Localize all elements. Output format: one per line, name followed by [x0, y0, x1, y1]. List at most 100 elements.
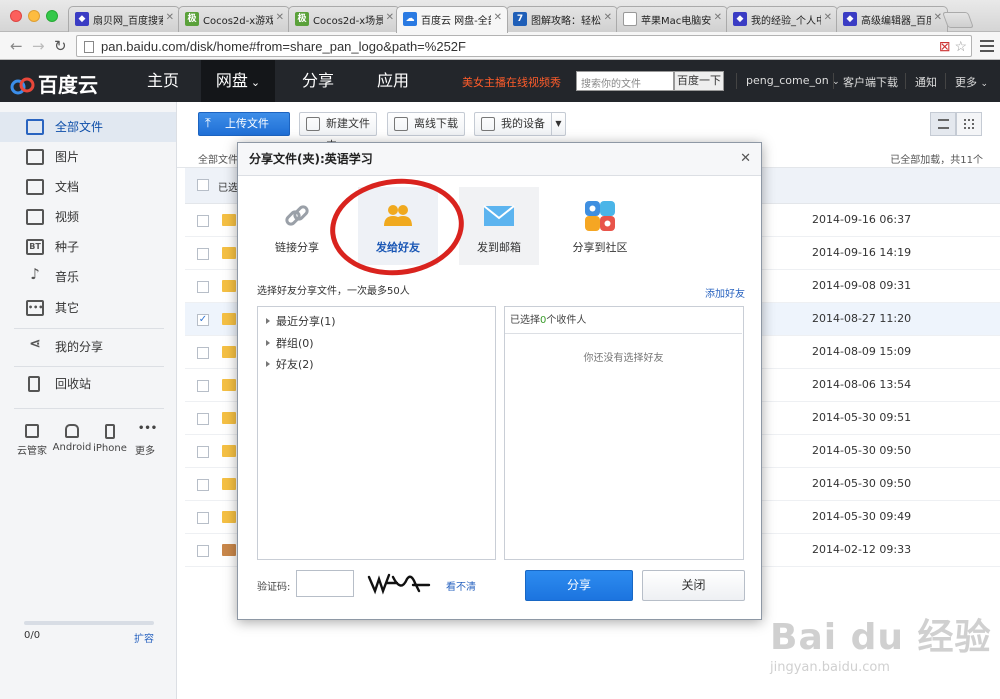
window-close-button[interactable]: [10, 10, 22, 22]
captcha-input[interactable]: [296, 570, 354, 597]
folder-icon: [222, 247, 236, 259]
browser-tab[interactable]: 极 Cocos2d-x游戏 ✕: [178, 6, 290, 32]
tab-send-to-email[interactable]: 发到邮箱: [459, 187, 539, 265]
tab-share-to-community[interactable]: 分享到社区: [560, 187, 640, 265]
row-checkbox[interactable]: [197, 215, 209, 227]
sidebar-item-all-files[interactable]: 全部文件: [0, 112, 176, 142]
chrome-menu-icon[interactable]: [980, 40, 994, 55]
tab-close-icon[interactable]: ✕: [934, 12, 942, 23]
nav-home[interactable]: 主页: [130, 60, 196, 102]
new-tab-button[interactable]: [942, 12, 974, 28]
sidebar-item-my-share[interactable]: ⋖ 我的分享: [0, 332, 176, 362]
captcha-refresh-link[interactable]: 看不清: [446, 578, 476, 593]
new-folder-button[interactable]: 新建文件夹: [299, 112, 377, 152]
row-checkbox[interactable]: [197, 446, 209, 458]
back-arrow-icon[interactable]: ←: [10, 37, 23, 55]
client-download-link[interactable]: 客户端下载: [843, 74, 898, 90]
header-search-button[interactable]: 百度一下: [674, 71, 724, 91]
device-android[interactable]: Android: [52, 424, 92, 453]
user-menu[interactable]: peng_come_on ⌄: [746, 74, 840, 87]
device-icon: [481, 117, 495, 131]
browser-tab[interactable]: 7 图解攻略：轻松 ✕: [506, 6, 618, 32]
breadcrumb[interactable]: 全部文件: [198, 151, 238, 166]
row-checkbox[interactable]: [197, 413, 209, 425]
baidu-cloud-logo[interactable]: 百度云: [10, 69, 98, 98]
tree-item-friends[interactable]: 好友(2): [266, 356, 314, 372]
modified-date: 2014-09-08 09:31: [812, 279, 912, 292]
expand-quota-link[interactable]: 扩容: [134, 630, 154, 645]
document-icon: [26, 179, 44, 195]
sidebar-item-other[interactable]: ••• 其它: [0, 293, 176, 323]
browser-tab[interactable]: ◆ 扇贝网_百度搜索 ✕: [68, 6, 180, 32]
empty-recipients: 你还没有选择好友: [583, 353, 664, 364]
sidebar-item-videos[interactable]: 视频: [0, 202, 176, 232]
row-checkbox[interactable]: [197, 380, 209, 392]
browser-tab[interactable]: 苹果Mac电脑安 ✕: [616, 6, 728, 32]
sidebar-item-images[interactable]: 图片: [0, 142, 176, 172]
tab-close-icon[interactable]: ✕: [276, 12, 284, 23]
grid-view-toggle[interactable]: [956, 112, 982, 136]
row-checkbox[interactable]: [197, 479, 209, 491]
window-zoom-button[interactable]: [46, 10, 58, 22]
device-more[interactable]: ••• 更多: [130, 424, 160, 458]
row-checkbox[interactable]: [197, 347, 209, 359]
upload-button[interactable]: ⤒ 上传文件: [198, 112, 290, 136]
header-search-input[interactable]: 搜索你的文件: [576, 71, 674, 91]
row-checkbox[interactable]: [197, 248, 209, 260]
browser-tab-active[interactable]: ☁ 百度云 网盘-全部 ✕: [396, 6, 508, 33]
notice-link[interactable]: 通知: [915, 74, 937, 90]
modified-date: 2014-05-30 09:50: [812, 444, 912, 457]
browser-tab[interactable]: 极 Cocos2d-x场景 ✕: [288, 6, 400, 32]
row-checkbox[interactable]: [197, 512, 209, 524]
device-cloud-manager[interactable]: 云管家: [14, 424, 50, 457]
reload-icon[interactable]: ↻: [54, 37, 67, 55]
row-checkbox[interactable]: [197, 545, 209, 557]
sidebar-item-recycle-bin[interactable]: 回收站: [0, 369, 176, 399]
window-minimize-button[interactable]: [28, 10, 40, 22]
close-icon[interactable]: ✕: [740, 152, 751, 166]
row-checkbox[interactable]: ✓: [197, 314, 209, 326]
device-iphone[interactable]: iPhone: [92, 424, 128, 454]
recipient-panel: 已选择0个收件人 你还没有选择好友: [504, 306, 744, 560]
nav-netdisk[interactable]: 网盘 ⌄: [201, 60, 275, 102]
bookmark-star-icon[interactable]: ☆: [954, 38, 967, 54]
blocked-popup-icon[interactable]: ⊠: [939, 38, 951, 54]
modified-date: 2014-05-30 09:50: [812, 477, 912, 490]
nav-share[interactable]: 分享: [285, 60, 351, 102]
tab-close-icon[interactable]: ✕: [494, 12, 502, 23]
select-all-checkbox[interactable]: [197, 179, 209, 191]
tab-close-icon[interactable]: ✕: [714, 12, 722, 23]
tab-link-share[interactable]: 链接分享: [257, 187, 337, 265]
more-menu[interactable]: 更多 ⌄: [955, 74, 988, 90]
offline-download-button[interactable]: 离线下载: [387, 112, 465, 136]
tree-item-recent[interactable]: 最近分享(1): [266, 313, 336, 329]
tab-close-icon[interactable]: ✕: [824, 12, 832, 23]
forward-arrow-icon[interactable]: →: [32, 37, 45, 55]
browser-tab[interactable]: ◆ 高级编辑器_百度 ✕: [836, 6, 948, 32]
modified-date: 2014-05-30 09:51: [812, 411, 912, 424]
row-checkbox[interactable]: [197, 281, 209, 293]
browser-tab[interactable]: ◆ 我的经验_个人中 ✕: [726, 6, 838, 32]
address-bar[interactable]: pan.baidu.com/disk/home#from=share_pan_l…: [76, 35, 972, 57]
chevron-down-icon[interactable]: ▼: [551, 113, 565, 135]
file-toolbar: ⤒上传文件 新建文件夹 离线下载 我的设备 ▼: [177, 102, 1000, 152]
tab-close-icon[interactable]: ✕: [604, 12, 612, 23]
promo-link[interactable]: 美女主播在线视频秀: [462, 74, 561, 90]
tree-item-groups[interactable]: 群组(0): [266, 335, 314, 351]
share-button[interactable]: 分享: [525, 570, 633, 601]
paw-icon: ◆: [733, 12, 747, 26]
site-icon: 极: [185, 12, 199, 26]
bt-icon: BT: [26, 239, 44, 255]
folder-icon: [222, 313, 236, 325]
my-device-button[interactable]: 我的设备 ▼: [474, 112, 566, 136]
sidebar-item-music[interactable]: ♪ 音乐: [0, 262, 176, 292]
sidebar-item-documents[interactable]: 文档: [0, 172, 176, 202]
tab-close-icon[interactable]: ✕: [386, 12, 394, 23]
sidebar-item-torrents[interactable]: BT 种子: [0, 232, 176, 262]
list-view-toggle[interactable]: [930, 112, 956, 136]
tab-close-icon[interactable]: ✕: [166, 12, 174, 23]
close-button[interactable]: 关闭: [642, 570, 745, 601]
add-friend-link[interactable]: 添加好友: [705, 285, 745, 300]
nav-apps[interactable]: 应用: [360, 60, 426, 102]
page-icon: [623, 12, 637, 26]
